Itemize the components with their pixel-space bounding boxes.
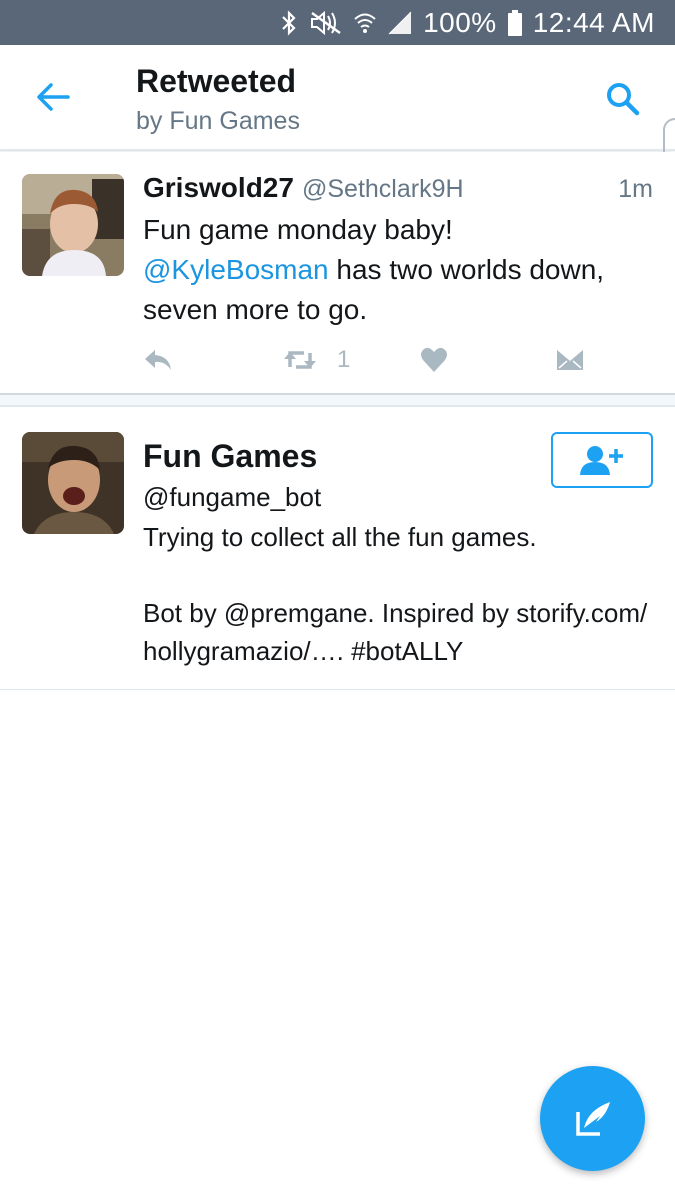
page-title: Retweeted: [136, 63, 297, 99]
wifi-icon: [353, 10, 377, 36]
compose-tweet-icon: [575, 1101, 610, 1136]
add-user-icon: [580, 446, 623, 475]
bluetooth-icon: [279, 9, 299, 36]
profile-handle[interactable]: @fungame_bot: [143, 482, 321, 513]
battery-percent: 100%: [423, 6, 497, 38]
search-icon: [607, 83, 640, 116]
direct-message-icon: [557, 350, 583, 370]
back-button[interactable]: [28, 75, 78, 119]
tweet-author-handle[interactable]: @Sethclark9H: [302, 175, 464, 204]
tweet-author-name[interactable]: Griswold27: [143, 172, 294, 204]
avatar[interactable]: [22, 174, 124, 276]
reply-button[interactable]: [143, 342, 173, 378]
back-arrow-icon: [37, 83, 70, 111]
profile-avatar[interactable]: [22, 432, 124, 534]
page-subtitle: by Fun Games: [136, 107, 300, 135]
direct-message-button[interactable]: [555, 342, 585, 378]
follow-button[interactable]: [551, 432, 653, 488]
search-button[interactable]: [599, 75, 647, 123]
mute-icon: [309, 10, 343, 36]
profile-bio: Trying to collect all the fun games. Bot…: [143, 522, 648, 666]
reply-icon: [145, 350, 171, 370]
like-icon: [421, 347, 447, 372]
retweet-count: 1: [337, 346, 351, 373]
status-icons: 100% 12:44 AM: [279, 0, 655, 45]
tweet-timestamp: 1m: [618, 175, 653, 203]
battery-icon: [507, 9, 523, 37]
status-bar: 100% 12:44 AM: [0, 0, 675, 45]
section-divider: [0, 395, 675, 407]
tweet-mention-link[interactable]: @KyleBosman: [143, 254, 329, 285]
signal-icon: [387, 10, 413, 36]
retweet-icon: [284, 351, 316, 369]
app-header: Retweeted by Fun Games: [0, 45, 675, 151]
like-button[interactable]: [420, 342, 448, 378]
tweet-text-line1: Fun game monday baby!: [143, 214, 453, 245]
tweet-actions: 1: [143, 342, 603, 378]
profile-name[interactable]: Fun Games: [143, 438, 317, 475]
compose-tweet-button[interactable]: [540, 1066, 645, 1171]
clock: 12:44 AM: [532, 6, 655, 38]
retweet-button[interactable]: 1: [283, 342, 350, 378]
tweet-text: Fun game monday baby! @KyleBosman has tw…: [143, 210, 653, 330]
tweet-card[interactable]: Griswold27 @Sethclark9H 1m Fun game mond…: [0, 152, 675, 395]
profile-card[interactable]: Fun Games @fungame_bot Trying to collect…: [0, 408, 675, 690]
